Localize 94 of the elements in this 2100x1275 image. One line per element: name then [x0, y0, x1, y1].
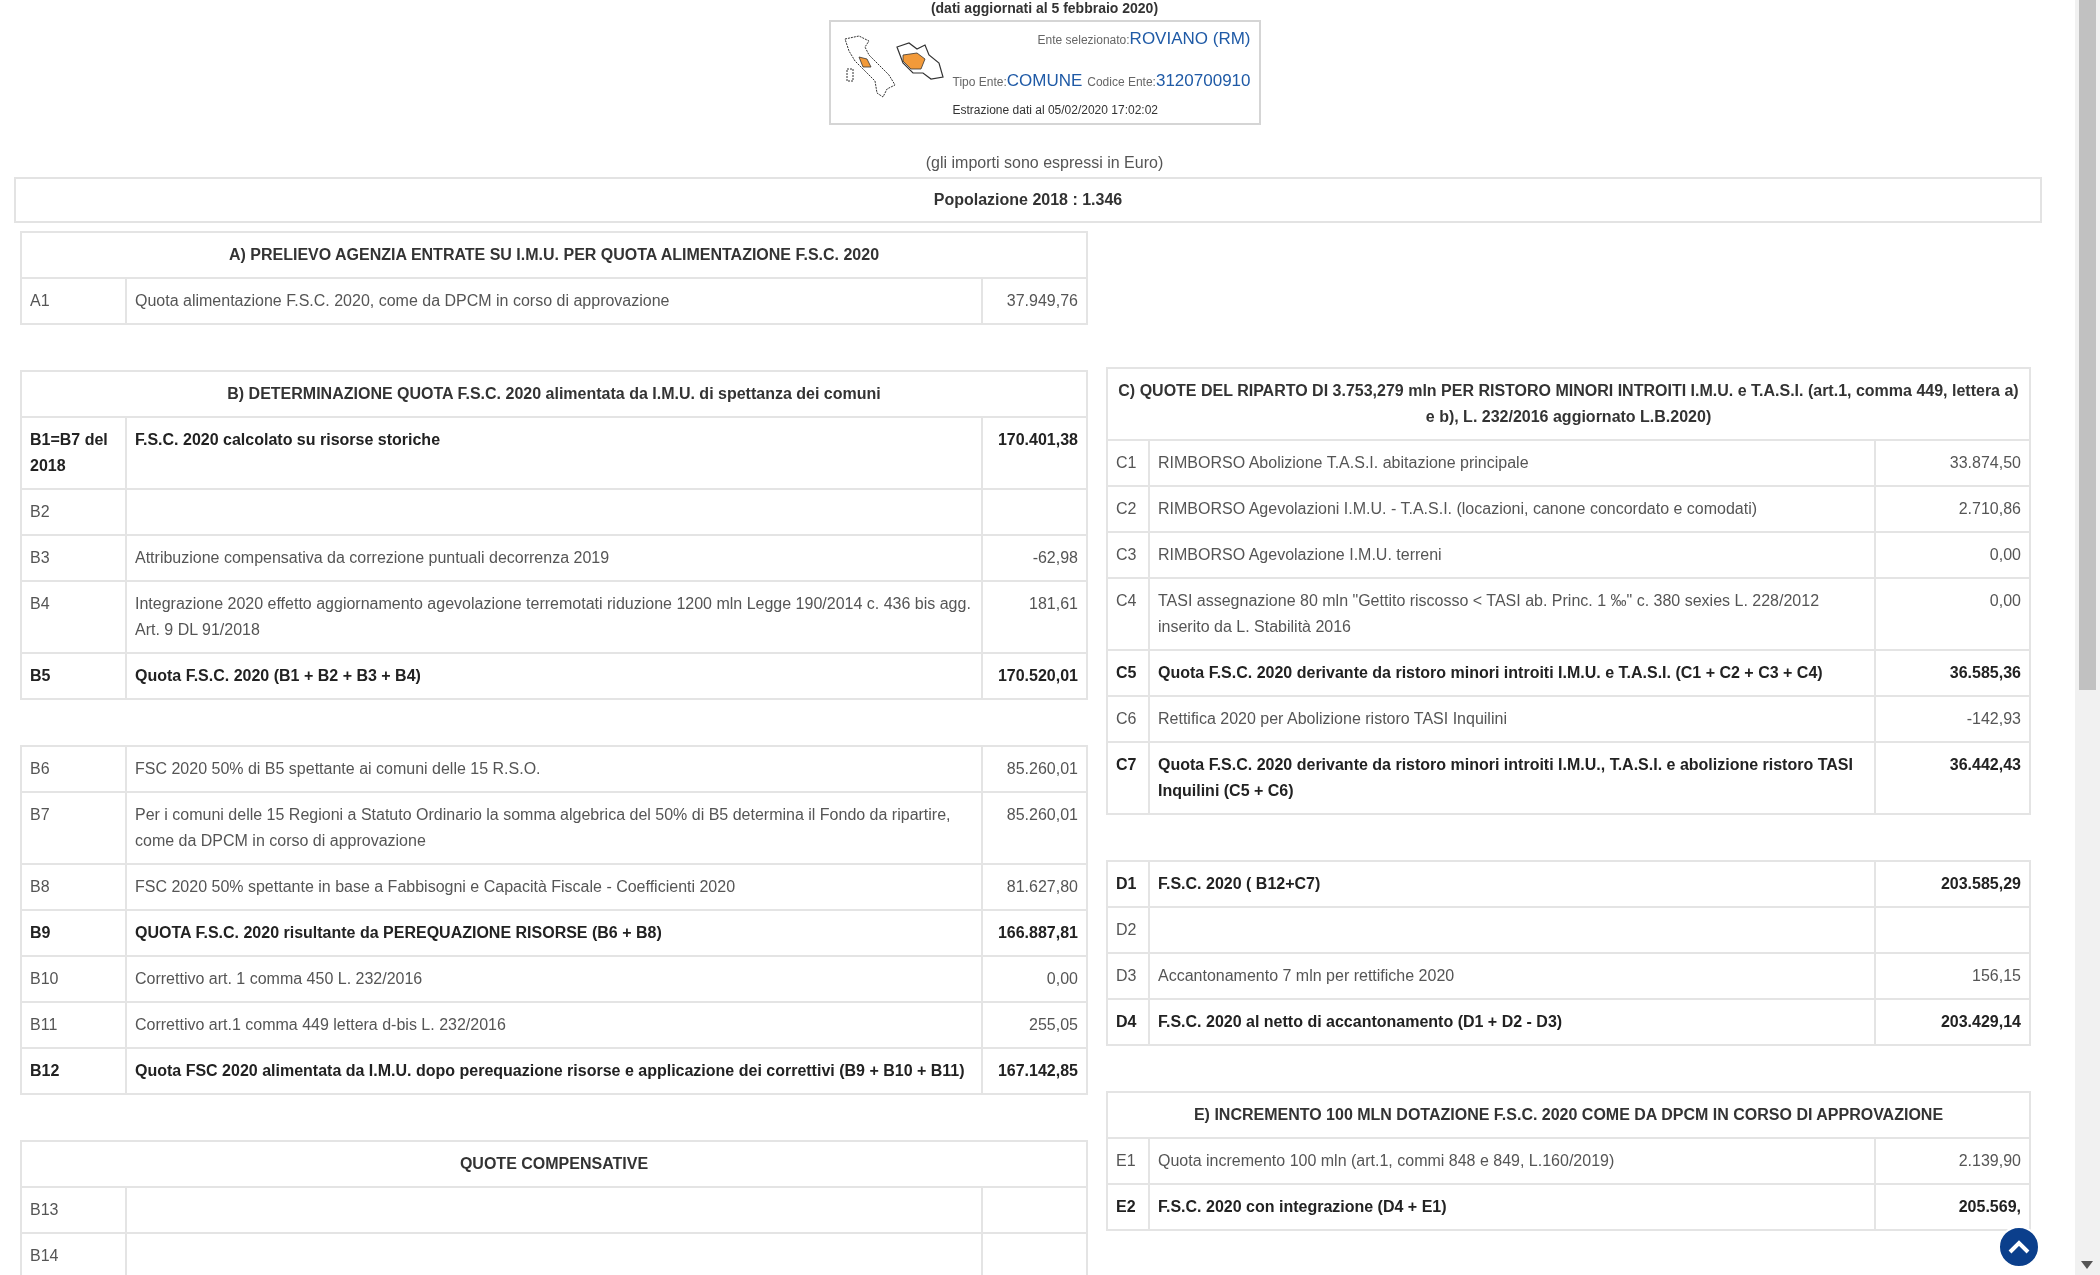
page-subtitle: (dati aggiornati al 5 febbraio 2020) — [930, 0, 1159, 16]
description-cell: Quota F.S.C. 2020 (B1 + B2 + B3 + B4) — [126, 653, 982, 699]
scrollbar-track[interactable] — [2075, 0, 2100, 1275]
description-cell: RIMBORSO Agevolazione I.M.U. terreni — [1149, 532, 1875, 578]
amount-cell: 0,00 — [1874, 532, 2030, 578]
description-cell: FSC 2020 50% di B5 spettante ai comuni delle 15 R.S.O. — [126, 746, 982, 792]
amount-cell: 33.874,50 — [1874, 440, 2030, 486]
description-cell: Quota F.S.C. 2020 derivante da ristoro minori introiti I.M.U. e T.A.S.I. (C1 + C2 + C3 + C4) — [1149, 650, 1875, 696]
amount-cell: -62,98 — [982, 535, 1087, 581]
field-label: Codice Ente: — [1087, 73, 1156, 91]
amount-cell: 170.520,01 — [982, 653, 1087, 699]
table-heading: QUOTE COMPENSATIVE — [21, 1141, 1087, 1187]
amount-cell: 85.260,01 — [982, 746, 1087, 792]
description-cell: Accantonamento 7 mln per rettifiche 2020 — [1149, 953, 1875, 999]
population-bar: Popolazione 2018 : 1.346 — [14, 177, 2042, 223]
description-cell: RIMBORSO Agevolazioni I.M.U. - T.A.S.I. (locazioni, canone concordato e comodati) — [1149, 486, 1875, 532]
description-cell: F.S.C. 2020 al netto di accantonamento (D1 + D2 - D3) — [1149, 999, 1875, 1045]
code-cell: C7 — [1107, 742, 1149, 814]
scroll-down-icon[interactable] — [2081, 1261, 2093, 1269]
amount-cell: 170.401,38 — [982, 417, 1087, 489]
code-cell: D2 — [1107, 907, 1149, 953]
code-cell: B8 — [21, 864, 126, 910]
field-value: COMUNE — [1006, 69, 1083, 92]
code-cell: B11 — [21, 1002, 126, 1048]
amount-cell: 203.585,29 — [1875, 861, 2030, 907]
amount-cell: 81.627,80 — [982, 864, 1087, 910]
description-cell: FSC 2020 50% spettante in base a Fabbisogni e Capacità Fiscale - Coefficienti 2020 — [126, 864, 982, 910]
description-cell: Quota incremento 100 mln (art.1, commi 848 e 849, L.160/2019) — [1149, 1138, 1875, 1184]
description-cell: Integrazione 2020 effetto aggiornamento agevolazione terremotati riduzione 1200 mln Legge 190/2014 c. 436 bis agg. Art. 9 DL 91/2018 — [126, 581, 982, 653]
code-cell: B6 — [21, 746, 126, 792]
amount-cell: 2.710,86 — [1874, 486, 2030, 532]
code-cell: B4 — [21, 581, 126, 653]
code-cell: B7 — [21, 792, 126, 864]
description-cell: RIMBORSO Abolizione T.A.S.I. abitazione principale — [1149, 440, 1875, 486]
description-cell: F.S.C. 2020 calcolato su risorse storiche — [126, 417, 982, 489]
amount-cell: 2.139,90 — [1875, 1138, 2030, 1184]
code-cell: B14 — [21, 1233, 126, 1275]
field-label: Ente selezionato: — [1037, 32, 1130, 49]
table-heading: C) QUOTE DEL RIPARTO DI 3.753,279 mln PER RISTORO MINORI INTROITI I.M.U. e T.A.S.I. (art.1, comma 449, lettera a) e b), L. 232/2016 aggiornato L.B.2020) — [1107, 368, 2030, 440]
description-cell: Rettifica 2020 per Abolizione ristoro TASI Inquilini — [1149, 696, 1875, 742]
code-cell: B12 — [21, 1048, 126, 1094]
code-cell: B2 — [21, 489, 126, 535]
description-cell: Attribuzione compensativa da correzione puntuali decorrenza 2019 — [126, 535, 982, 581]
code-cell: C6 — [1107, 696, 1149, 742]
amount-cell: 85.260,01 — [982, 792, 1087, 864]
amount-cell: -142,93 — [1874, 696, 2030, 742]
description-cell: F.S.C. 2020 con integrazione (D4 + E1) — [1149, 1184, 1875, 1230]
code-cell: B1=B7 del 2018 — [21, 417, 126, 489]
description-cell: Correttivo art. 1 comma 450 L. 232/2016 — [126, 956, 982, 1002]
code-cell: C5 — [1107, 650, 1149, 696]
code-cell: B13 — [21, 1187, 126, 1233]
code-cell: B5 — [21, 653, 126, 699]
amount-cell: 36.442,43 — [1874, 742, 2030, 814]
amount-cell: 36.585,36 — [1874, 650, 2030, 696]
code-cell: A1 — [21, 278, 126, 324]
currency-note: (gli importi sono espressi in Euro) — [925, 153, 1164, 173]
code-cell: C2 — [1107, 486, 1149, 532]
description-cell: QUOTA F.S.C. 2020 risultante da PEREQUAZIONE RISORSE (B6 + B8) — [126, 910, 982, 956]
code-cell: D3 — [1107, 953, 1149, 999]
amount-cell: 255,05 — [982, 1002, 1087, 1048]
code-cell: D4 — [1107, 999, 1149, 1045]
scrollbar-thumb[interactable] — [2079, 0, 2096, 690]
description-cell: Correttivo art.1 comma 449 lettera d-bis L. 232/2016 — [126, 1002, 982, 1048]
extraction-date: Estrazione dati al 05/02/2020 17:02:02 — [952, 102, 1158, 119]
amount-cell: 166.887,81 — [982, 910, 1087, 956]
code-cell: B3 — [21, 535, 126, 581]
amount-cell: 0,00 — [1874, 578, 2030, 650]
code-cell: C3 — [1107, 532, 1149, 578]
amount-cell: 156,15 — [1875, 953, 2030, 999]
chevron-up-icon — [2008, 1240, 2030, 1254]
description-cell: TASI assegnazione 80 mln "Gettito riscosso < TASI ab. Princ. 1 ‰" c. 380 sexies L. 228/2012 inserito da L. Stabilità 2016 — [1149, 578, 1875, 650]
amount-cell: 181,61 — [982, 581, 1087, 653]
code-cell: C4 — [1107, 578, 1149, 650]
amount-cell: 167.142,85 — [982, 1048, 1087, 1094]
code-cell: B9 — [21, 910, 126, 956]
table-heading: B) DETERMINAZIONE QUOTA F.S.C. 2020 alimentata da I.M.U. di spettanza dei comuni — [21, 371, 1087, 417]
field-label: Tipo Ente: — [952, 73, 1007, 91]
description-cell: Quota FSC 2020 alimentata da I.M.U. dopo perequazione risorse e applicazione dei correttivi (B9 + B10 + B11) — [126, 1048, 982, 1094]
code-cell: E1 — [1107, 1138, 1149, 1184]
code-cell: D1 — [1107, 861, 1149, 907]
code-cell: B10 — [21, 956, 126, 1002]
table-heading: A) PRELIEVO AGENZIA ENTRATE SU I.M.U. PER QUOTA ALIMENTAZIONE F.S.C. 2020 — [21, 232, 1087, 278]
code-cell: E2 — [1107, 1184, 1149, 1230]
amount-cell: 203.429,14 — [1875, 999, 2030, 1045]
amount-cell: 0,00 — [982, 956, 1087, 1002]
field-value: 3120700910 — [1155, 69, 1251, 92]
field-value: ROVIANO (RM) — [1129, 28, 1251, 50]
table-heading: E) INCREMENTO 100 MLN DOTAZIONE F.S.C. 2020 COME DA DPCM IN CORSO DI APPROVAZIONE — [1107, 1092, 2030, 1138]
description-cell: Quota alimentazione F.S.C. 2020, come da DPCM in corso di approvazione — [126, 278, 982, 324]
description-cell: F.S.C. 2020 ( B12+C7) — [1149, 861, 1875, 907]
code-cell: C1 — [1107, 440, 1149, 486]
description-cell: Quota F.S.C. 2020 derivante da ristoro minori introiti I.M.U., T.A.S.I. e abolizione ristoro TASI Inquilini (C5 + C6) — [1149, 742, 1875, 814]
description-cell: Per i comuni delle 15 Regioni a Statuto Ordinario la somma algebrica del 50% di B5 determina il Fondo da ripartire, come da DPCM in corso di approvazione — [126, 792, 982, 864]
amount-cell: 37.949,76 — [982, 278, 1087, 324]
